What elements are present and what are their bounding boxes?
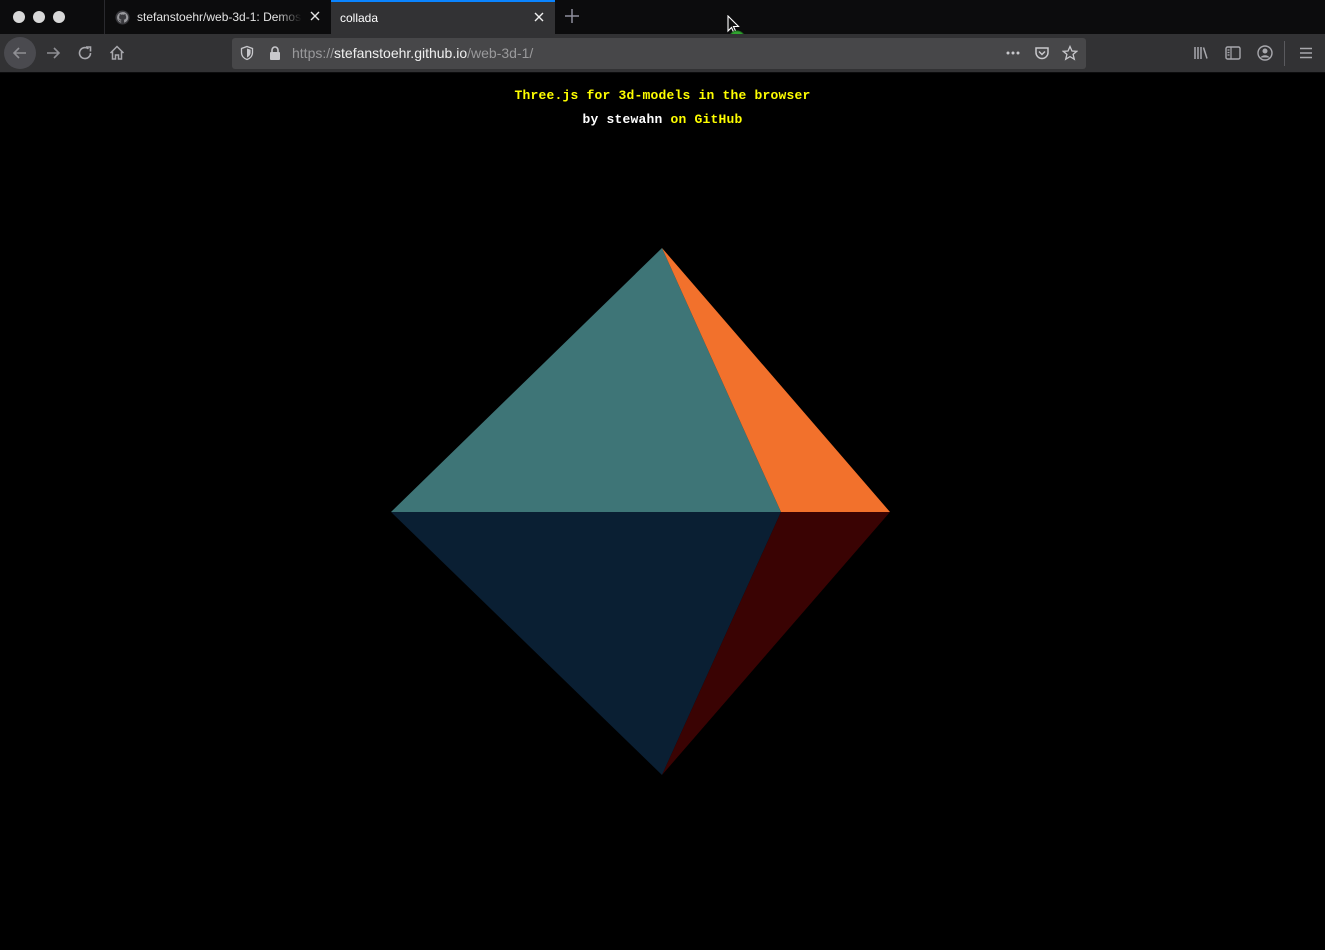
reload-icon [78, 46, 92, 60]
lock-icon[interactable] [267, 45, 283, 61]
github-icon [115, 9, 130, 25]
library-button[interactable] [1185, 37, 1217, 69]
new-tab-icon[interactable] [564, 8, 580, 24]
navigation-toolbar: https://stefanstoehr.github.io/web-3d-1/ [0, 34, 1325, 73]
sidebar-icon [1225, 46, 1241, 60]
forward-button[interactable] [37, 37, 69, 69]
page-title: Three.js for 3d-models in the browser [514, 88, 811, 103]
tab-github[interactable]: stefanstoehr/web-3d-1: Demoseite für 3D … [105, 0, 331, 34]
sidebar-button[interactable] [1217, 37, 1249, 69]
url-text[interactable]: https://stefanstoehr.github.io/web-3d-1/ [292, 45, 533, 61]
page-content: Three.js for 3d-models in the browser by… [0, 73, 1325, 950]
byline-author: by stewahn [582, 112, 663, 127]
toolbar-separator [1284, 41, 1285, 66]
url-path: /web-3d-1/ [467, 45, 534, 61]
tab-title: stefanstoehr/web-3d-1: Demoseite für 3D … [137, 10, 302, 24]
url-host: stefanstoehr.github.io [334, 45, 468, 61]
library-icon [1194, 47, 1208, 59]
reload-button[interactable] [69, 37, 101, 69]
account-button[interactable] [1249, 37, 1281, 69]
close-icon[interactable] [533, 11, 545, 23]
account-icon [1257, 45, 1273, 61]
close-icon[interactable] [309, 10, 321, 22]
octahedron-3d-canvas[interactable] [0, 73, 1325, 950]
back-button[interactable] [4, 37, 36, 69]
home-icon [109, 45, 125, 60]
back-arrow-icon [12, 47, 26, 59]
bookmark-star-icon[interactable] [1062, 45, 1078, 61]
window-zoom-button[interactable] [53, 11, 65, 23]
address-bar[interactable]: https://stefanstoehr.github.io/web-3d-1/ [232, 38, 1086, 69]
window-close-button[interactable] [13, 11, 25, 23]
page-actions-icon[interactable] [1005, 45, 1021, 61]
tab-title: collada [340, 11, 379, 25]
pocket-icon[interactable] [1034, 45, 1050, 61]
tab-collada[interactable]: collada [331, 0, 555, 34]
forward-arrow-icon [47, 47, 61, 59]
menu-button[interactable] [1290, 37, 1322, 69]
window-minimize-button[interactable] [33, 11, 45, 23]
home-button[interactable] [101, 37, 133, 69]
tab-strip: stefanstoehr/web-3d-1: Demoseite für 3D … [0, 0, 1325, 48]
github-link[interactable]: on GitHub [671, 112, 743, 127]
shield-icon[interactable] [239, 45, 255, 61]
byline: by stewahn on GitHub [0, 112, 1325, 127]
url-scheme: https:// [292, 45, 335, 61]
hamburger-menu-icon [1300, 47, 1312, 59]
